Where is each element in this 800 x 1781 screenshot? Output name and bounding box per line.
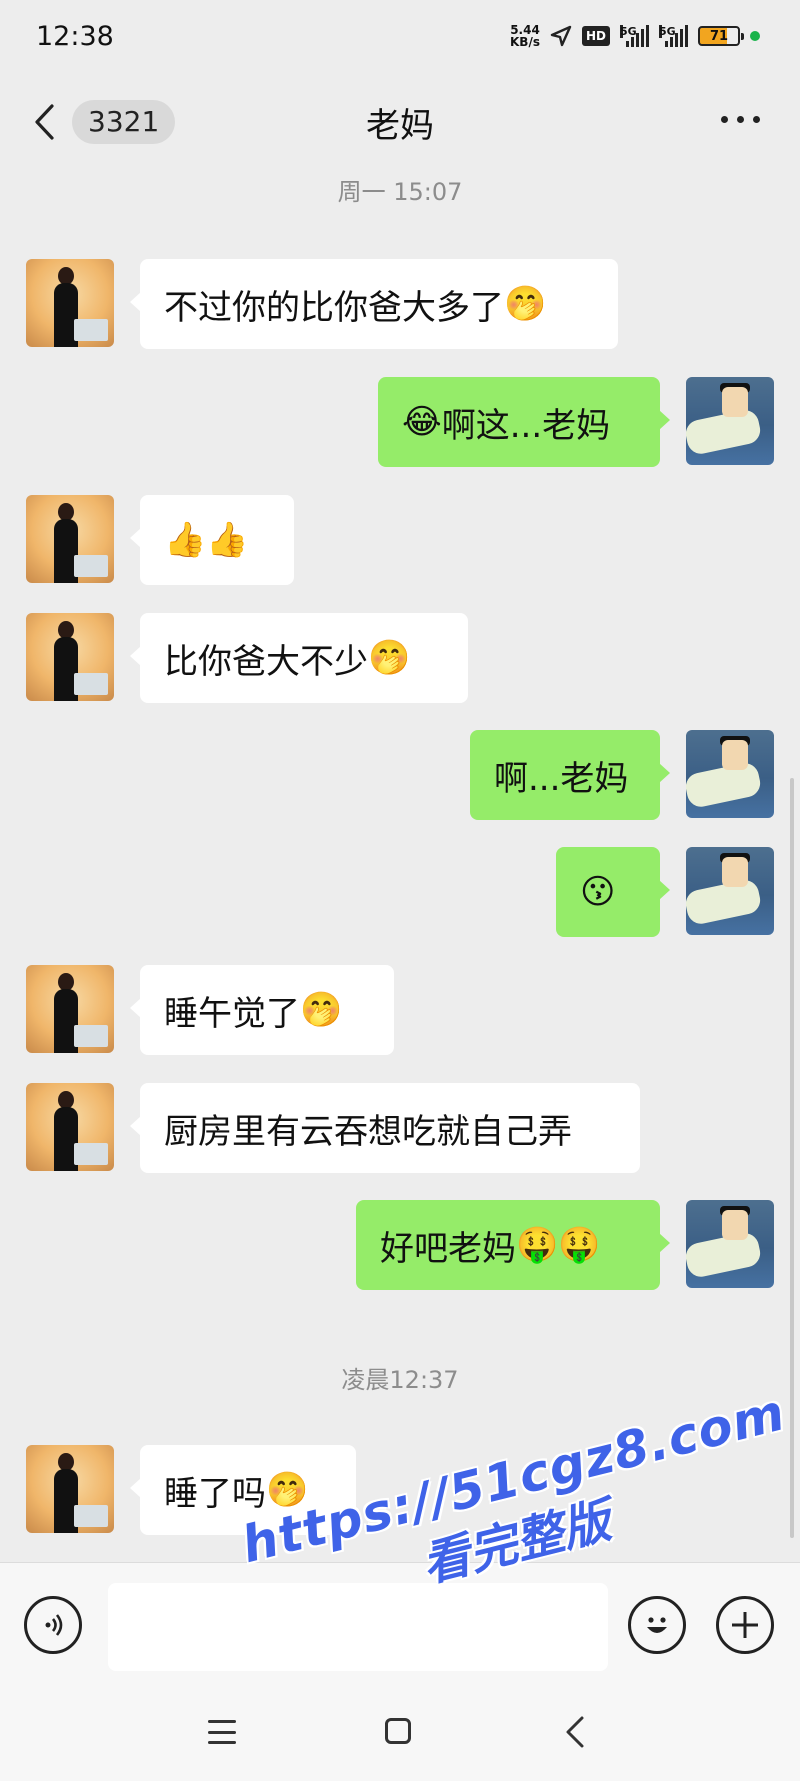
voice-icon	[45, 1614, 63, 1636]
incoming-message[interactable]: 不过你的比你爸大多了 🤭	[130, 259, 618, 349]
signal-icon: 5G	[659, 25, 688, 47]
outgoing-message[interactable]: 好吧老妈 🤑🤑	[356, 1200, 670, 1290]
contact-avatar[interactable]	[26, 613, 114, 701]
my-avatar[interactable]	[686, 730, 774, 818]
contact-avatar[interactable]	[26, 1445, 114, 1533]
dot-icon	[721, 116, 728, 123]
privacy-dot-icon	[750, 31, 760, 41]
message-timestamp: 周一 15:07	[337, 178, 463, 206]
money-mouth-emoji-icon: 🤑🤑	[516, 1225, 601, 1265]
location-arrow-icon	[550, 25, 572, 47]
message-input[interactable]	[108, 1583, 608, 1671]
status-bar: 12:38 5.44 KB/s HD 5G 5G 71	[0, 0, 800, 72]
chat-header: 3321 老妈	[0, 80, 800, 164]
contact-avatar[interactable]	[26, 1083, 114, 1171]
smiley-icon	[647, 1617, 667, 1633]
emoji-button[interactable]	[628, 1596, 686, 1654]
more-options-button[interactable]	[721, 116, 760, 123]
incoming-message[interactable]: 比你爸大不少 🤭	[130, 613, 468, 703]
my-avatar[interactable]	[686, 847, 774, 935]
contact-avatar[interactable]	[26, 259, 114, 347]
voice-button[interactable]	[24, 1596, 82, 1654]
hand-over-mouth-emoji-icon: 🤭	[266, 1470, 309, 1510]
hd-badge: HD	[581, 26, 610, 46]
status-icons: 5.44 KB/s HD 5G 5G 71	[510, 24, 760, 48]
kissing-emoji-icon: 😗	[580, 872, 616, 912]
incoming-message[interactable]: 睡了吗 🤭	[130, 1445, 356, 1535]
scrollbar[interactable]	[790, 778, 794, 1538]
status-time: 12:38	[36, 20, 114, 52]
network-speed: 5.44 KB/s	[510, 23, 540, 49]
outgoing-message[interactable]: 😂 啊这...老妈	[378, 377, 670, 467]
hand-over-mouth-emoji-icon: 🤭	[368, 638, 411, 678]
message-timestamp: 凌晨12:37	[341, 1366, 459, 1394]
outgoing-message[interactable]: 😗	[556, 847, 670, 937]
chat-title: 老妈	[366, 105, 434, 146]
battery-icon: 71	[698, 26, 744, 46]
laughing-tears-emoji-icon: 😂	[402, 402, 442, 442]
unread-count-badge[interactable]: 3321	[72, 100, 176, 144]
contact-avatar[interactable]	[26, 965, 114, 1053]
home-button[interactable]	[385, 1718, 411, 1744]
dot-icon	[753, 116, 760, 123]
incoming-message[interactable]: 厨房里有云吞想吃就自己弄	[130, 1083, 640, 1173]
plus-icon	[732, 1612, 758, 1638]
more-functions-button[interactable]	[716, 1596, 774, 1654]
hand-over-mouth-emoji-icon: 🤭	[504, 284, 547, 324]
outgoing-message[interactable]: 啊...老妈	[470, 730, 670, 820]
incoming-message[interactable]: 睡午觉了 🤭	[130, 965, 394, 1055]
input-bar	[0, 1562, 800, 1692]
incoming-message[interactable]: 👍👍	[130, 495, 294, 585]
signal-icon: 5G	[620, 25, 649, 47]
hand-over-mouth-emoji-icon: 🤭	[300, 990, 343, 1030]
back-button[interactable]	[32, 102, 62, 142]
my-avatar[interactable]	[686, 377, 774, 465]
my-avatar[interactable]	[686, 1200, 774, 1288]
thumbs-up-emoji-icon: 👍👍	[164, 520, 249, 560]
back-nav-icon[interactable]	[560, 1714, 590, 1750]
dot-icon	[737, 116, 744, 123]
contact-avatar[interactable]	[26, 495, 114, 583]
navigation-bar	[0, 1692, 800, 1781]
chevron-left-icon	[35, 104, 54, 140]
recent-apps-button[interactable]	[208, 1720, 236, 1744]
